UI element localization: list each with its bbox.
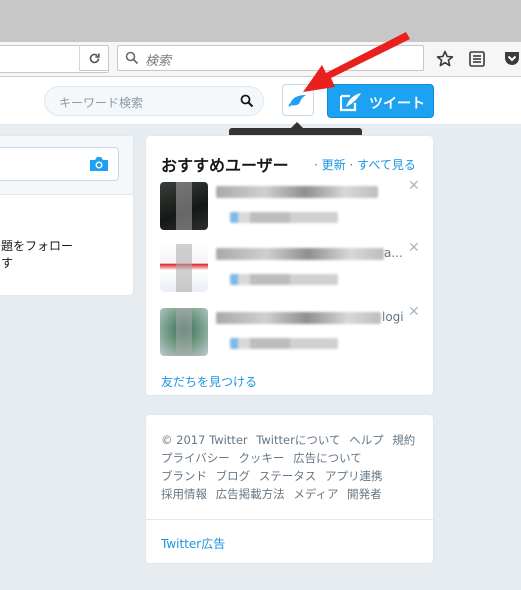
footer-link[interactable]: 開発者	[347, 487, 382, 501]
user-name-redacted[interactable]	[216, 312, 381, 324]
footer-copyright: © 2017 Twitter	[161, 433, 248, 447]
footer-link[interactable]: クッキー	[238, 451, 284, 465]
follow-topics-line2: す	[1, 256, 14, 270]
twitter-search-input[interactable]: キーワード検索	[44, 86, 264, 116]
footer-link[interactable]: アプリ連携	[325, 469, 383, 483]
avatar[interactable]	[160, 244, 208, 292]
footer-link[interactable]: 採用情報	[161, 487, 207, 501]
library-icon[interactable]	[468, 50, 486, 68]
red-annotation-arrow-icon	[303, 32, 410, 92]
follow-topics-text: 題をフォロー す	[1, 238, 73, 272]
suggested-user[interactable]: a... ✕	[146, 240, 433, 304]
footer-link[interactable]: ブログ	[216, 469, 251, 483]
search-icon	[125, 51, 139, 65]
suggested-user[interactable]: logi ✕	[146, 304, 433, 368]
camera-icon[interactable]	[89, 156, 109, 172]
follow-button-redacted[interactable]	[230, 274, 338, 285]
reload-button[interactable]	[79, 45, 109, 71]
follow-button-redacted[interactable]	[230, 338, 338, 349]
pocket-icon[interactable]	[503, 49, 521, 67]
view-all-link[interactable]: すべて見る	[357, 158, 416, 172]
who-to-follow-card: おすすめユーザー · 更新 · すべて見る ✕ a... ✕ logi ✕ 友だ…	[145, 135, 434, 396]
star-icon[interactable]	[436, 50, 454, 68]
footer-link[interactable]: 広告について	[293, 451, 362, 465]
avatar[interactable]	[160, 182, 208, 230]
dismiss-icon[interactable]: ✕	[408, 240, 420, 256]
profile-card-header	[0, 136, 133, 195]
browser-tab-strip	[0, 0, 521, 42]
dismiss-icon[interactable]: ✕	[408, 178, 420, 194]
find-friends-link[interactable]: 友だちを見つける	[161, 373, 257, 390]
footer-link[interactable]: プライバシー	[161, 451, 230, 465]
browser-search-placeholder: 検索	[145, 54, 172, 69]
footer-link[interactable]: 広告掲載方法	[216, 487, 285, 501]
footer-divider	[146, 519, 433, 520]
footer-link[interactable]: ヘルプ	[349, 433, 384, 447]
footer-link[interactable]: メディア	[293, 487, 338, 501]
reload-icon	[89, 53, 100, 64]
footer-card: © 2017 Twitter Twitterについて ヘルプ 規約 プライバシー…	[145, 414, 434, 564]
search-icon[interactable]	[240, 94, 254, 108]
profile-card: 題をフォロー す	[0, 135, 134, 296]
user-name-fragment: logi	[382, 310, 404, 324]
tweet-compose-field[interactable]	[0, 147, 119, 181]
refresh-link[interactable]: 更新	[322, 158, 346, 172]
footer-links: © 2017 Twitter Twitterについて ヘルプ 規約 プライバシー…	[161, 431, 426, 503]
user-name-fragment: a...	[384, 246, 403, 260]
who-to-follow-links: · 更新 · すべて見る	[314, 158, 416, 172]
dismiss-icon[interactable]: ✕	[408, 304, 420, 320]
follow-topics-line1: 題をフォロー	[1, 239, 74, 253]
who-to-follow-title: おすすめユーザー	[161, 156, 289, 175]
footer-link[interactable]: Twitterについて	[256, 433, 340, 447]
footer-link[interactable]: 規約	[392, 433, 415, 447]
user-name-redacted[interactable]	[216, 186, 378, 198]
twitter-search-placeholder: キーワード検索	[59, 96, 144, 110]
suggested-user[interactable]: ✕	[146, 178, 433, 242]
follow-button-redacted[interactable]	[230, 212, 338, 223]
footer-link[interactable]: ブランド	[161, 469, 207, 483]
twitter-ads-link[interactable]: Twitter広告	[161, 535, 225, 552]
user-name-redacted[interactable]	[216, 248, 384, 260]
footer-link[interactable]: ステータス	[259, 469, 317, 483]
avatar[interactable]	[160, 308, 208, 356]
